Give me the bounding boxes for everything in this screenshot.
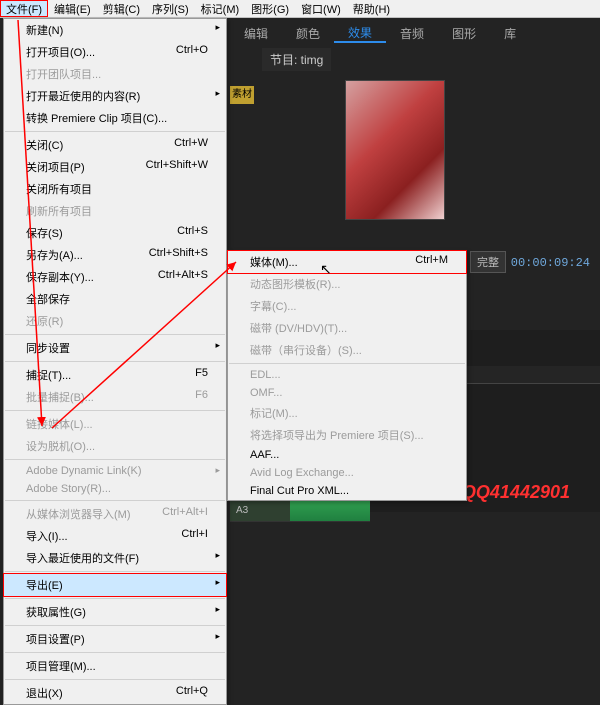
menubar: 文件(F)编辑(E)剪辑(C)序列(S)标记(M)图形(G)窗口(W)帮助(H) bbox=[0, 0, 600, 18]
menu-item: 还原(R) bbox=[4, 310, 226, 332]
program-monitor[interactable] bbox=[345, 80, 445, 220]
menu-item[interactable]: 转换 Premiere Clip 项目(C)... bbox=[4, 107, 226, 129]
menu-item[interactable]: 项目设置(P) bbox=[4, 628, 226, 650]
workspace-tab[interactable]: 音频 bbox=[386, 25, 438, 42]
menu-item[interactable]: 导出(E) bbox=[4, 574, 226, 596]
menu-item: 从媒体浏览器导入(M)Ctrl+Alt+I bbox=[4, 503, 226, 525]
menu-item: OMF... bbox=[228, 384, 466, 402]
menu-item[interactable]: 导入(I)...Ctrl+I bbox=[4, 525, 226, 547]
menu-item: Adobe Dynamic Link(K) bbox=[4, 462, 226, 480]
workspace-tab[interactable]: 颜色 bbox=[282, 25, 334, 42]
timecode-out: 00:00:09:24 bbox=[511, 256, 590, 270]
menu-item: 磁带 (DV/HDV)(T)... bbox=[228, 317, 466, 339]
menu-item: 设为脱机(O)... bbox=[4, 435, 226, 457]
menu-item[interactable]: 获取属性(G) bbox=[4, 601, 226, 623]
menu-item: 刷新所有项目 bbox=[4, 200, 226, 222]
menu-item[interactable]: 项目管理(M)... bbox=[4, 655, 226, 677]
menu-item[interactable]: 保存副本(Y)...Ctrl+Alt+S bbox=[4, 266, 226, 288]
menu-item[interactable]: 退出(X)Ctrl+Q bbox=[4, 682, 226, 704]
menu-item: 字幕(C)... bbox=[228, 295, 466, 317]
workspace-tab[interactable]: 效果 bbox=[334, 24, 386, 43]
menu-item[interactable]: 帮助(H) bbox=[347, 0, 396, 17]
workspace-tab[interactable]: 图形 bbox=[438, 25, 490, 42]
source-badge[interactable]: 素材 bbox=[230, 86, 254, 104]
menu-item[interactable]: 序列(S) bbox=[146, 0, 195, 17]
menu-item[interactable]: 标记(M) bbox=[195, 0, 246, 17]
menu-item: 磁带（串行设备）(S)... bbox=[228, 339, 466, 361]
menu-item[interactable]: 打开最近使用的内容(R) bbox=[4, 85, 226, 107]
export-submenu: 媒体(M)...Ctrl+M动态图形模板(R)...字幕(C)...磁带 (DV… bbox=[227, 250, 467, 501]
workspace-tabs: 编辑颜色效果音频图形库 bbox=[230, 18, 600, 48]
menu-item[interactable]: 关闭所有项目 bbox=[4, 178, 226, 200]
menu-item[interactable]: 关闭项目(P)Ctrl+Shift+W bbox=[4, 156, 226, 178]
menu-item: EDL... bbox=[228, 366, 466, 384]
file-menu-dropdown: 新建(N)打开项目(O)...Ctrl+O打开团队项目...打开最近使用的内容(… bbox=[3, 18, 227, 705]
menu-item[interactable]: 保存(S)Ctrl+S bbox=[4, 222, 226, 244]
zoom-fit-select[interactable]: 完整 bbox=[470, 251, 506, 273]
menu-item: Avid Log Exchange... bbox=[228, 464, 466, 482]
track-header[interactable]: A3 bbox=[230, 500, 290, 522]
menu-item: 动态图形模板(R)... bbox=[228, 273, 466, 295]
menu-item[interactable]: 新建(N) bbox=[4, 19, 226, 41]
menu-item: 批量捕捉(B)...F6 bbox=[4, 386, 226, 408]
menu-item[interactable]: 图形(G) bbox=[245, 0, 295, 17]
menu-item[interactable]: 打开项目(O)...Ctrl+O bbox=[4, 41, 226, 63]
menu-item[interactable]: 文件(F) bbox=[0, 0, 48, 17]
menu-item[interactable]: 另存为(A)...Ctrl+Shift+S bbox=[4, 244, 226, 266]
menu-item: 将选择项导出为 Premiere 项目(S)... bbox=[228, 424, 466, 446]
menu-item: Adobe Story(R)... bbox=[4, 480, 226, 498]
program-panel-title: 节目: timg bbox=[262, 48, 331, 71]
workspace-tab[interactable]: 编辑 bbox=[230, 25, 282, 42]
menu-item[interactable]: AAF... bbox=[228, 446, 466, 464]
menu-item[interactable]: 媒体(M)...Ctrl+M bbox=[228, 251, 466, 273]
menu-item[interactable]: 编辑(E) bbox=[48, 0, 97, 17]
menu-item[interactable]: 导入最近使用的文件(F) bbox=[4, 547, 226, 569]
menu-item[interactable]: Final Cut Pro XML... bbox=[228, 482, 466, 500]
menu-item[interactable]: 全部保存 bbox=[4, 288, 226, 310]
menu-item[interactable]: 剪辑(C) bbox=[97, 0, 146, 17]
menu-item[interactable]: 关闭(C)Ctrl+W bbox=[4, 134, 226, 156]
menu-item[interactable]: 窗口(W) bbox=[295, 0, 347, 17]
menu-item: 打开团队项目... bbox=[4, 63, 226, 85]
menu-item: 标记(M)... bbox=[228, 402, 466, 424]
menu-item: 链接媒体(L)... bbox=[4, 413, 226, 435]
workspace-tab[interactable]: 库 bbox=[490, 25, 530, 42]
menu-item[interactable]: 捕捉(T)...F5 bbox=[4, 364, 226, 386]
menu-item[interactable]: 同步设置 bbox=[4, 337, 226, 359]
